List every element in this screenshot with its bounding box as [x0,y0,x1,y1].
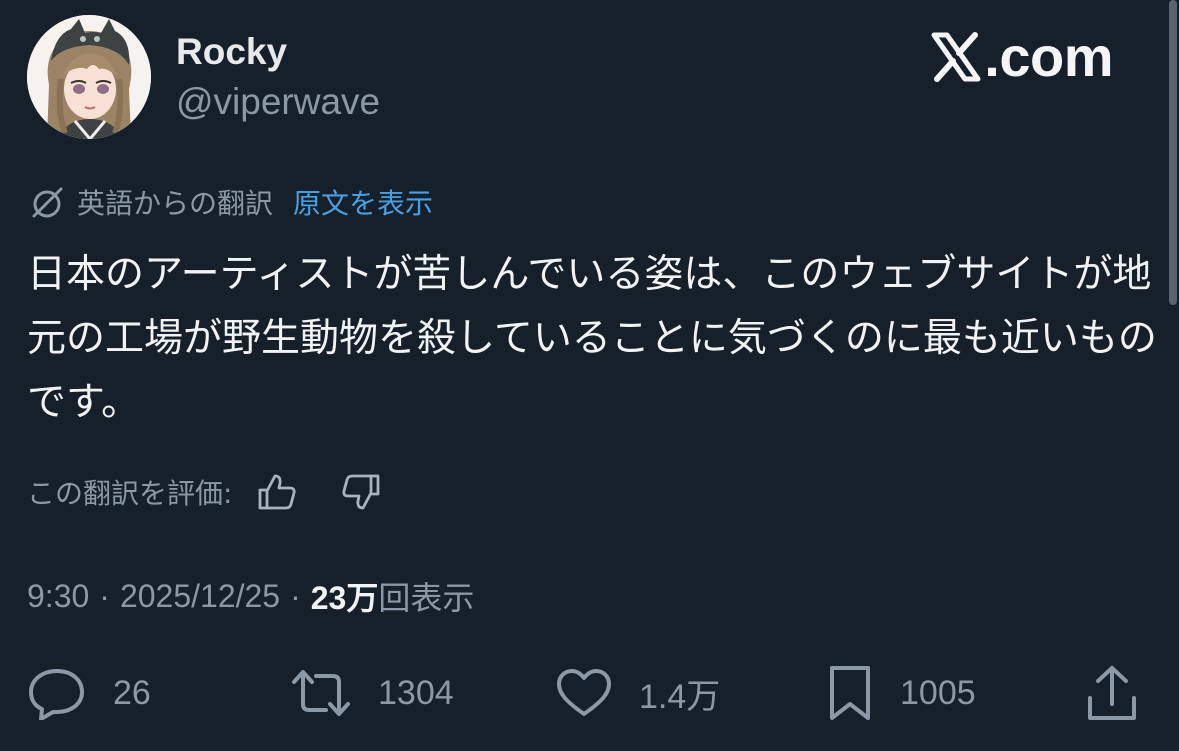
tweet-metadata: 9:30 · 2025/12/25 · 23万 回表示 [27,574,474,618]
meta-separator: · [290,577,301,614]
heart-icon [557,669,611,716]
views-label: 回表示 [378,580,475,616]
repost-icon [292,670,350,716]
bookmark-icon [830,666,870,720]
translate-icon [32,187,63,218]
rate-translation-row: この翻訳を評価: [27,470,382,514]
share-button[interactable] [1084,660,1140,726]
action-bar: 26 1304 1.4万 1005 [0,660,1179,726]
watermark-text: .com [984,25,1113,88]
bookmark-count: 1005 [900,673,976,712]
meta-separator: · [99,577,110,614]
x-com-watermark: .com [930,26,1113,88]
share-icon [1088,666,1136,720]
display-name[interactable]: Rocky [176,30,287,74]
like-button[interactable]: 1.4万 [555,660,720,726]
user-handle[interactable]: @viperwave [176,80,380,124]
rate-translation-label: この翻訳を評価: [27,477,233,510]
repost-button[interactable]: 1304 [290,660,454,726]
repost-count: 1304 [378,673,454,712]
views-count: 23万 [310,580,379,616]
scrollbar[interactable] [1169,0,1177,305]
bookmark-button[interactable]: 1005 [826,660,976,726]
tweet-time[interactable]: 9:30 [27,578,89,615]
reply-button[interactable]: 26 [27,660,151,726]
reply-icon [29,669,84,720]
like-count: 1.4万 [639,677,721,716]
anime-girl-avatar-icon [27,15,151,139]
translation-header: 英語からの翻訳 原文を表示 [27,180,433,224]
x-logo-icon [931,32,981,82]
show-original-link[interactable]: 原文を表示 [293,182,433,222]
thumbs-up-icon[interactable] [256,471,298,513]
thumbs-down-icon[interactable] [340,471,382,513]
tweet-date[interactable]: 2025/12/25 [120,578,280,615]
reply-count: 26 [113,673,151,712]
tweet-text: 日本のアーティストが苦しんでいる姿は、このウェブサイトが地元の工場が野生動物を殺… [27,252,1157,425]
avatar[interactable] [27,15,151,139]
translation-label: 英語からの翻訳 [77,187,274,220]
